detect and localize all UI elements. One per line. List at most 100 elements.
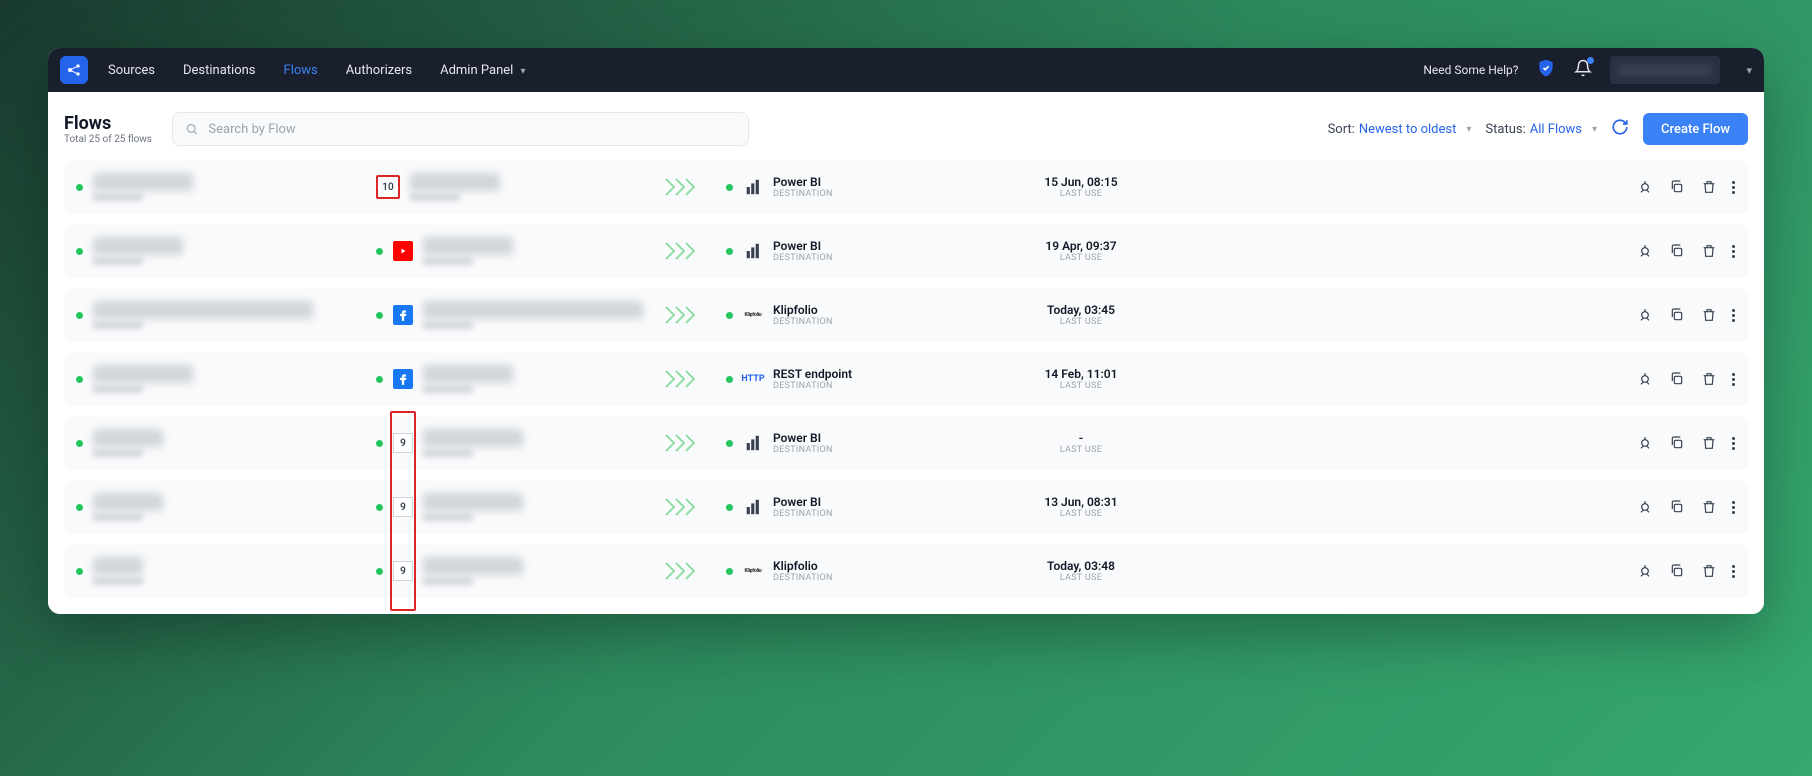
nav-authorizers[interactable]: Authorizers	[346, 63, 412, 78]
notification-dot	[1587, 57, 1594, 64]
nav-admin-label: Admin Panel	[440, 63, 513, 78]
connect-button[interactable]	[1636, 498, 1654, 516]
destination-sub: DESTINATION	[773, 253, 833, 263]
create-flow-button[interactable]: Create Flow	[1643, 113, 1748, 145]
last-use-label: LAST USE	[1006, 509, 1156, 519]
flow-sub-redacted	[93, 513, 143, 521]
http-icon: HTTP	[743, 369, 763, 389]
destination-sub: DESTINATION	[773, 573, 833, 583]
facebook-icon	[393, 305, 413, 325]
source-name-redacted	[423, 557, 523, 575]
delete-button[interactable]	[1700, 498, 1718, 516]
connect-button[interactable]	[1636, 370, 1654, 388]
last-use-cell: 14 Feb, 11:01 LAST USE	[1006, 367, 1156, 391]
copy-button[interactable]	[1668, 562, 1686, 580]
nav-sources[interactable]: Sources	[108, 63, 155, 78]
status-dropdown[interactable]: Status: All Flows ▾	[1485, 122, 1597, 137]
flow-row[interactable]: 9 Power BI DESTINATION 13 Jun, 08:31 LAS…	[64, 480, 1748, 534]
notifications-button[interactable]	[1574, 59, 1592, 81]
more-menu-button[interactable]	[1732, 373, 1736, 386]
flow-row[interactable]: HTTP REST endpoint DESTINATION 14 Feb, 1…	[64, 352, 1748, 406]
sort-dropdown[interactable]: Sort: Newest to oldest ▾	[1328, 122, 1472, 137]
chevron-down-icon: ▾	[521, 66, 526, 77]
delete-button[interactable]	[1700, 178, 1718, 196]
row-actions	[1636, 562, 1736, 580]
status-dot	[726, 312, 733, 319]
flow-row[interactable]: Klipfolio Klipfolio DESTINATION Today, 0…	[64, 288, 1748, 342]
status-dot	[76, 184, 83, 191]
copy-button[interactable]	[1668, 242, 1686, 260]
app-logo[interactable]	[60, 56, 88, 84]
last-use-label: LAST USE	[1006, 253, 1156, 263]
flow-name-cell	[76, 493, 376, 521]
source-sub-redacted	[423, 385, 473, 393]
flow-sub-redacted	[93, 257, 143, 265]
more-menu-button[interactable]	[1732, 501, 1736, 514]
row-actions	[1636, 178, 1736, 196]
more-menu-button[interactable]	[1732, 309, 1736, 322]
chevron-down-icon[interactable]: ▾	[1746, 64, 1752, 77]
status-dot	[76, 504, 83, 511]
help-link[interactable]: Need Some Help?	[1423, 63, 1518, 77]
last-use-cell: Today, 03:48 LAST USE	[1006, 559, 1156, 583]
last-use-time: 14 Feb, 11:01	[1006, 367, 1156, 381]
connect-button[interactable]	[1636, 562, 1654, 580]
more-menu-button[interactable]	[1732, 245, 1736, 258]
flow-row[interactable]: 9 Power BI DESTINATION - LAST USE	[64, 416, 1748, 470]
last-use-label: LAST USE	[1006, 189, 1156, 199]
status-dot	[376, 248, 383, 255]
flow-row[interactable]: Power BI DESTINATION 19 Apr, 09:37 LAST …	[64, 224, 1748, 278]
destination-name: Power BI	[773, 495, 833, 509]
destination-cell: Klipfolio Klipfolio DESTINATION	[726, 559, 1006, 583]
status-dot	[726, 376, 733, 383]
copy-button[interactable]	[1668, 370, 1686, 388]
copy-button[interactable]	[1668, 178, 1686, 196]
delete-button[interactable]	[1700, 434, 1718, 452]
klipfolio-icon: Klipfolio	[743, 561, 763, 581]
last-use-cell: - LAST USE	[1006, 431, 1156, 455]
more-menu-button[interactable]	[1732, 437, 1736, 450]
nav-flows[interactable]: Flows	[284, 63, 318, 78]
copy-button[interactable]	[1668, 434, 1686, 452]
status-dot	[76, 376, 83, 383]
flow-row[interactable]: 9 Klipfolio Klipfolio DESTINATION Today,…	[64, 544, 1748, 598]
delete-button[interactable]	[1700, 370, 1718, 388]
status-dot	[376, 504, 383, 511]
connect-button[interactable]	[1636, 178, 1654, 196]
delete-button[interactable]	[1700, 306, 1718, 324]
source-sub-redacted	[423, 449, 473, 457]
connect-button[interactable]	[1636, 434, 1654, 452]
connect-button[interactable]	[1636, 306, 1654, 324]
search-input[interactable]	[208, 122, 735, 137]
last-use-label: LAST USE	[1006, 445, 1156, 455]
search-box[interactable]	[172, 112, 749, 146]
flow-sub-redacted	[93, 321, 143, 329]
flow-name-redacted	[93, 557, 143, 575]
flow-row[interactable]: 10 Power BI DESTINATION 15 Jun, 08:15 LA…	[64, 160, 1748, 214]
title-block: Flows Total 25 of 25 flows	[64, 113, 158, 145]
delete-button[interactable]	[1700, 242, 1718, 260]
refresh-button[interactable]	[1611, 118, 1629, 140]
last-use-cell: 15 Jun, 08:15 LAST USE	[1006, 175, 1156, 199]
more-menu-button[interactable]	[1732, 565, 1736, 578]
chevron-down-icon: ▾	[1466, 124, 1471, 135]
powerbi-icon	[743, 433, 763, 453]
last-use-label: LAST USE	[1006, 317, 1156, 327]
source-cell: 9	[376, 557, 636, 585]
shield-icon[interactable]	[1536, 57, 1556, 83]
connect-button[interactable]	[1636, 242, 1654, 260]
more-menu-button[interactable]	[1732, 181, 1736, 194]
flow-name-redacted	[93, 173, 193, 191]
copy-button[interactable]	[1668, 498, 1686, 516]
flow-name-redacted	[93, 365, 193, 383]
last-use-time: 13 Jun, 08:31	[1006, 495, 1156, 509]
nav-destinations[interactable]: Destinations	[183, 63, 256, 78]
delete-button[interactable]	[1700, 562, 1718, 580]
powerbi-icon	[743, 177, 763, 197]
source-count-badge: 9	[393, 497, 413, 517]
last-use-time: 15 Jun, 08:15	[1006, 175, 1156, 189]
user-menu[interactable]	[1610, 56, 1720, 84]
copy-button[interactable]	[1668, 306, 1686, 324]
nav-admin-panel[interactable]: Admin Panel ▾	[440, 63, 525, 78]
destination-cell: Power BI DESTINATION	[726, 495, 1006, 519]
